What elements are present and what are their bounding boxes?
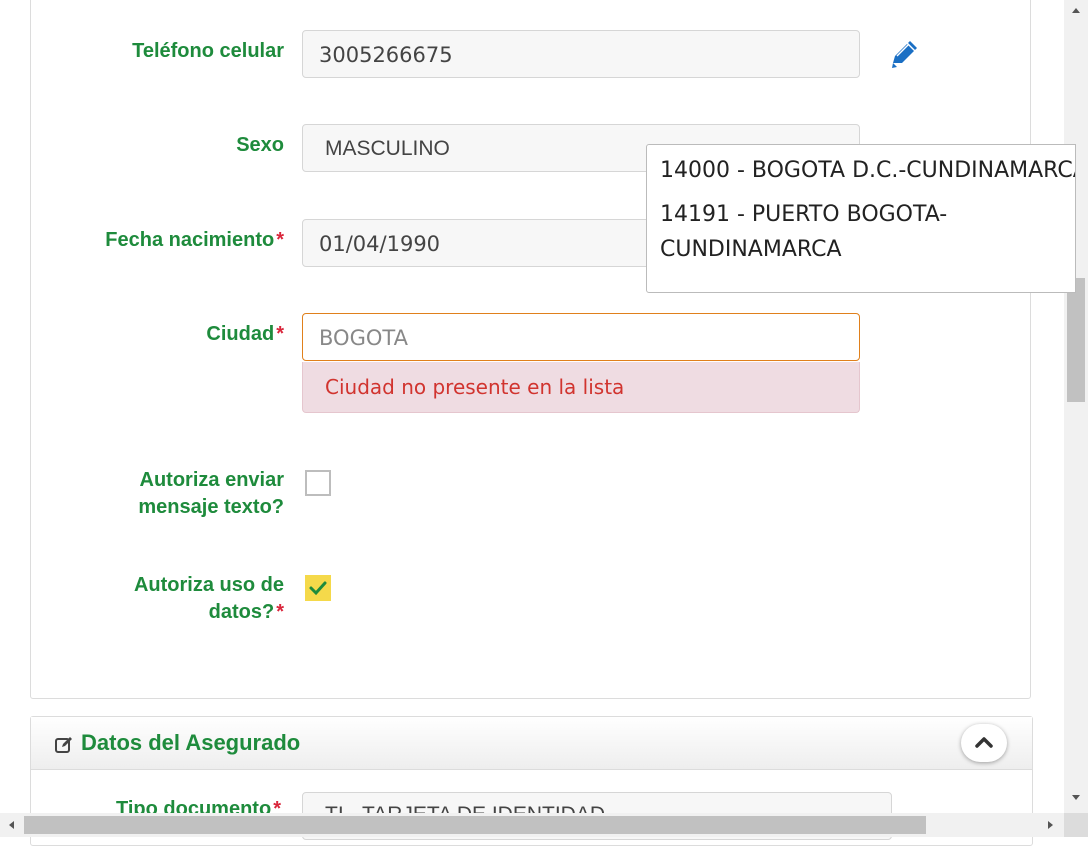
collapse-button[interactable]	[961, 724, 1007, 762]
autocomplete-option[interactable]: 14191 - PUERTO BOGOTA- CUNDINAMARCA	[660, 197, 947, 267]
phone-field[interactable]: 3005266675	[302, 30, 860, 78]
chevron-up-icon	[975, 737, 993, 748]
section-header[interactable]: Datos del Asegurado	[31, 717, 1032, 770]
pencil-icon[interactable]	[889, 37, 921, 71]
edit-square-icon	[55, 737, 72, 753]
checkmark-icon	[309, 581, 327, 596]
scroll-down-arrow-icon[interactable]	[1072, 795, 1080, 800]
section-title: Datos del Asegurado	[81, 730, 301, 755]
city-label: Ciudad *	[206, 323, 284, 345]
city-input[interactable]: BOGOTA	[302, 313, 860, 361]
sms-consent-checkbox[interactable]	[305, 470, 331, 496]
required-marker: *	[276, 229, 284, 251]
scroll-left-arrow-icon[interactable]	[9, 821, 14, 829]
data-use-consent-label: Autoriza uso de datos? *	[133, 574, 284, 623]
sex-label: Sexo	[236, 134, 284, 156]
autocomplete-option[interactable]: 14000 - BOGOTA D.C.-CUNDINAMARCA	[660, 153, 1075, 188]
scroll-right-arrow-icon[interactable]	[1048, 821, 1053, 829]
vertical-scrollbar[interactable]	[1064, 0, 1088, 813]
city-error-message: Ciudad no presente en la lista	[302, 362, 860, 413]
sms-consent-label: Autoriza enviar mensaje texto?	[138, 469, 284, 518]
horizontal-scroll-thumb[interactable]	[24, 816, 926, 834]
vertical-scroll-thumb[interactable]	[1067, 278, 1085, 402]
horizontal-scrollbar[interactable]	[0, 813, 1064, 837]
scrollbar-corner	[1064, 813, 1088, 837]
phone-label: Teléfono celular	[132, 40, 284, 62]
scroll-up-arrow-icon[interactable]	[1072, 8, 1080, 13]
required-marker: *	[276, 323, 284, 345]
birthdate-label: Fecha nacimiento *	[105, 229, 284, 251]
data-use-consent-checkbox[interactable]	[305, 575, 331, 601]
required-marker: *	[276, 601, 284, 623]
city-autocomplete-list: 14000 - BOGOTA D.C.-CUNDINAMARCA 14191 -…	[646, 144, 1076, 293]
